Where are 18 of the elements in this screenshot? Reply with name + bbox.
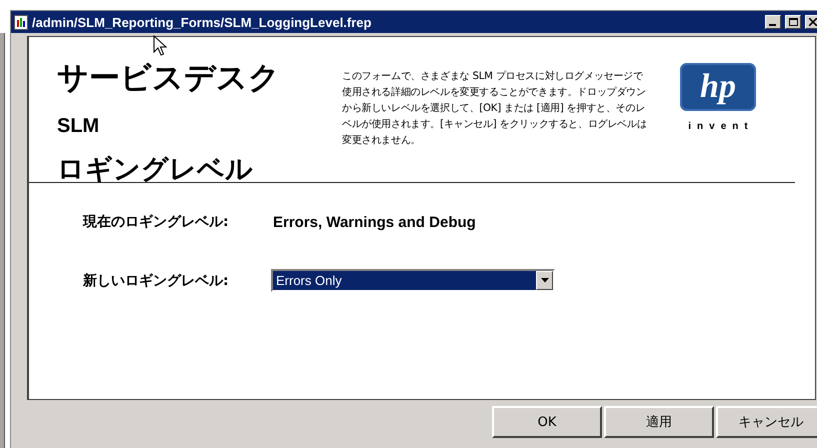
logo-tagline: invent [687, 121, 754, 132]
minimize-icon[interactable] [765, 15, 781, 29]
level-dropdown[interactable]: Errors Only [271, 269, 555, 292]
field-label: 現在のロギングレベル: [83, 213, 230, 231]
cancel-button[interactable]: キャンセル [716, 406, 817, 438]
close-icon[interactable] [805, 15, 817, 29]
slm-heading: SLM [57, 114, 100, 139]
logging-level-heading: ロギングレベル [57, 153, 254, 187]
service-desk-heading: サービスデスク [57, 59, 281, 97]
maximize-icon[interactable] [785, 15, 801, 29]
current-level-value: Errors, Warnings and Debug [273, 214, 476, 230]
field-label: 新しいロギングレベル: [83, 272, 230, 290]
window-title: /admin/SLM_Reporting_Forms/SLM_LoggingLevel.frep [32, 14, 372, 30]
apply-button[interactable]: 適用 [604, 406, 714, 438]
form-icon [14, 14, 28, 30]
description-text: このフォームで、さまざまな SLM プロセスに対しログメッセージで使用される詳細のレベルを変更することができます。ドロップダウンから新しいレベルを選択して、[OK] または [適用] を押すと、そのレベルが使用されます。[キャンセル] をクリックすると、ログレベルは変更されません。 [342, 70, 648, 148]
ok-button[interactable]: OK [492, 406, 602, 438]
logo: hp [680, 63, 756, 111]
